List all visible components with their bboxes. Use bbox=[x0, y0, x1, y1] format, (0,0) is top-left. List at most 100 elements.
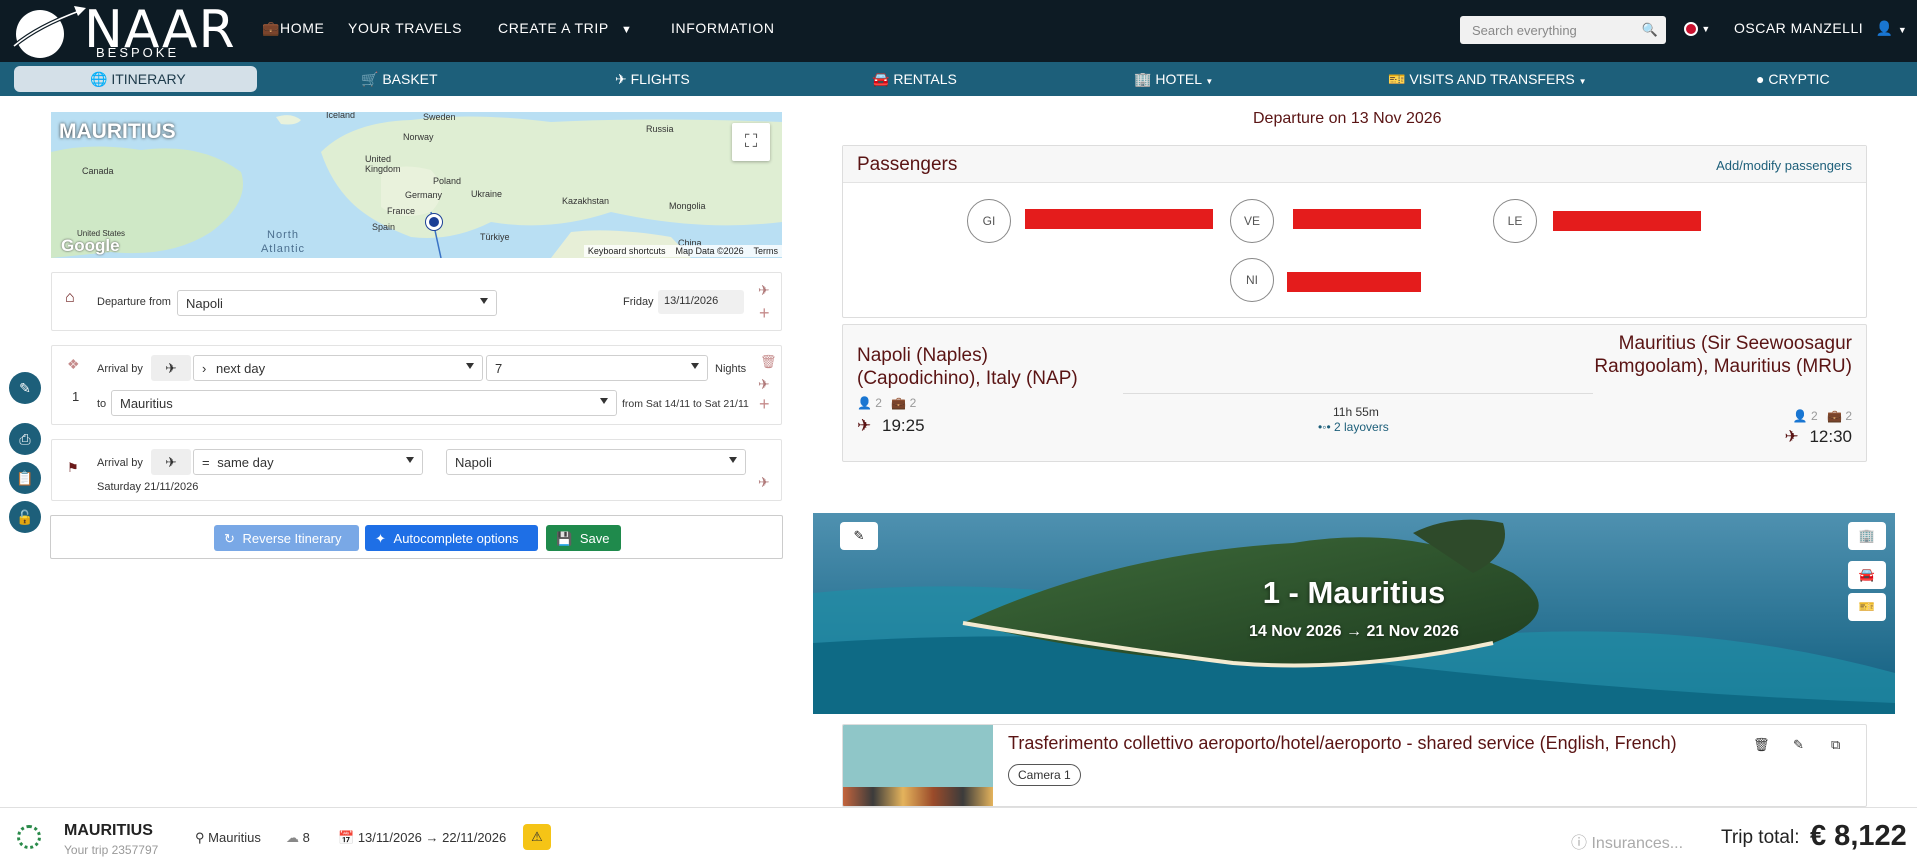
uk-flag-icon bbox=[1684, 21, 1698, 36]
autocomplete-options-button[interactable]: ✦ Autocomplete options bbox=[365, 525, 538, 551]
passenger-avatar[interactable]: NI bbox=[1230, 258, 1274, 302]
edit-trip-button[interactable]: ✎ bbox=[9, 372, 41, 404]
refresh-icon: ↻ bbox=[224, 531, 235, 546]
warning-badge[interactable]: ⚠ bbox=[523, 824, 551, 850]
departure-date-input[interactable]: 13/11/2026 bbox=[658, 290, 744, 314]
passenger-avatar[interactable]: GI bbox=[967, 199, 1011, 243]
tab-rentals[interactable]: 🚘 RENTALS bbox=[872, 71, 957, 88]
arrival-label: Arrival by bbox=[97, 363, 143, 375]
route-icon: ❖ bbox=[67, 356, 80, 372]
destination-select[interactable]: Mauritius bbox=[111, 390, 617, 416]
return-city-select[interactable]: Napoli bbox=[446, 449, 746, 475]
nights-select[interactable]: 7 bbox=[486, 355, 708, 381]
island-image bbox=[813, 513, 1895, 714]
trip-map[interactable]: MAURITIUS Iceland Sweden Russia Norway C… bbox=[51, 112, 782, 258]
map-label: North Atlantic bbox=[260, 229, 306, 255]
passenger-avatar[interactable]: VE bbox=[1230, 199, 1274, 243]
print-button[interactable]: ⎙ bbox=[9, 423, 41, 455]
plus-icon[interactable]: + bbox=[759, 394, 770, 415]
footer-trip-name: MAURITIUS bbox=[64, 822, 153, 839]
footer-trip-ref: Your trip 2357797 bbox=[64, 843, 159, 857]
passengers-title: Passengers bbox=[857, 154, 958, 175]
person-icon: 👤 bbox=[1792, 409, 1808, 423]
brand-logo[interactable]: NAAR BESPOKE TRAVEL bbox=[10, 2, 240, 75]
landing-icon: ✈ bbox=[1784, 427, 1799, 446]
save-button[interactable]: 💾 Save bbox=[546, 525, 621, 551]
return-when-select[interactable]: = same day bbox=[193, 449, 423, 475]
add-modify-passengers-link[interactable]: Add/modify passengers bbox=[1716, 158, 1852, 173]
footer-dates: 📅 13/11/2026 → 22/11/2026 bbox=[338, 830, 507, 845]
tab-cryptic[interactable]: ● CRYPTIC bbox=[1756, 71, 1830, 87]
search-icon: 🔍 bbox=[1641, 22, 1658, 37]
search-input[interactable]: Search everything 🔍 bbox=[1460, 16, 1666, 44]
trip-footer: MAURITIUS Your trip 2357797 ⚲ Mauritius … bbox=[0, 807, 1917, 865]
layovers-link[interactable]: •◦• 2 layovers bbox=[1318, 420, 1389, 434]
add-rental-button[interactable]: 🚘 bbox=[1848, 561, 1886, 589]
trip-total-value: € 8,122 bbox=[1810, 820, 1907, 852]
trash-icon[interactable]: 🗑 bbox=[760, 354, 777, 370]
insurances-link[interactable]: ⓘ Insurances... bbox=[1571, 829, 1683, 853]
language-selector[interactable]: ▼ bbox=[1684, 21, 1710, 36]
return-panel: ⚑ Arrival by ✈ = same day Napoli Saturda… bbox=[51, 439, 782, 501]
caret-down-icon bbox=[466, 363, 474, 369]
tab-flights[interactable]: ✈ FLIGHTS bbox=[615, 71, 690, 88]
map-label: Russia bbox=[646, 124, 674, 134]
footer-weather: ☁ 8 bbox=[286, 830, 310, 845]
plane-icon: ✈ bbox=[615, 71, 627, 87]
passenger-avatar[interactable]: LE bbox=[1493, 199, 1537, 243]
arrival-when-select[interactable]: › next day bbox=[193, 355, 483, 381]
transport-mode-button[interactable]: ✈ bbox=[151, 355, 191, 381]
location-pin-icon[interactable] bbox=[426, 214, 442, 230]
copy-icon[interactable]: ⧉ bbox=[1831, 737, 1840, 753]
tab-basket[interactable]: 🛒 BASKET bbox=[361, 71, 438, 88]
equals-icon: = bbox=[202, 455, 210, 470]
chevron-right-icon: › bbox=[202, 361, 207, 376]
stops-icon: •◦• bbox=[1318, 420, 1331, 434]
calendar-icon: 📅 bbox=[338, 830, 355, 845]
top-navbar: NAAR BESPOKE TRAVEL 💼HOME YOUR TRAVELS C… bbox=[0, 0, 1917, 75]
flight-card[interactable]: Napoli (Naples) (Capodichino), Italy (NA… bbox=[842, 324, 1867, 462]
tab-hotel[interactable]: 🏢 HOTEL ▼ bbox=[1134, 71, 1213, 88]
expand-icon: ⛶ bbox=[744, 131, 758, 151]
nights-label: Nights bbox=[715, 363, 747, 375]
tab-itinerary[interactable]: 🌐 ITINERARY bbox=[90, 71, 186, 88]
plane-icon: ✈ bbox=[165, 360, 177, 376]
edit-destination-button[interactable]: ✎ bbox=[840, 522, 878, 550]
circle-icon: ● bbox=[1756, 71, 1765, 87]
takeoff-icon[interactable]: ✈ bbox=[758, 376, 770, 393]
takeoff-icon[interactable]: ✈ bbox=[758, 474, 770, 491]
add-hotel-button[interactable]: 🏢 bbox=[1848, 522, 1886, 550]
cart-icon: 🛒 bbox=[361, 71, 379, 87]
room-badge: Camera 1 bbox=[1008, 764, 1081, 786]
user-menu[interactable]: OSCAR MANZELLI 👤 ▼ bbox=[1734, 20, 1907, 37]
clipboard-button[interactable]: 📋 bbox=[9, 462, 41, 494]
fullscreen-button[interactable]: ⛶ bbox=[732, 123, 770, 161]
departure-city-select[interactable]: Napoli bbox=[177, 290, 497, 316]
google-logo: Google bbox=[61, 236, 120, 255]
passengers-header bbox=[843, 146, 1866, 183]
nav-home[interactable]: 💼HOME bbox=[262, 20, 324, 37]
return-transport-mode-button[interactable]: ✈ bbox=[151, 449, 191, 475]
nav-your-travels[interactable]: YOUR TRAVELS bbox=[348, 20, 462, 36]
nav-create-trip[interactable]: CREATE A TRIP ▼ bbox=[498, 20, 633, 36]
tab-visits-transfers[interactable]: 🎫 VISITS AND TRANSFERS ▼ bbox=[1388, 71, 1587, 88]
service-thumbnail bbox=[843, 725, 993, 806]
flight-origin: Napoli (Naples) (Capodichino), Italy (NA… bbox=[857, 345, 1078, 389]
trash-icon[interactable]: 🗑 bbox=[1753, 737, 1770, 753]
add-visit-button[interactable]: 🎫 bbox=[1848, 593, 1886, 621]
edit-icon[interactable]: ✎ bbox=[1793, 737, 1804, 753]
map-label: Germany bbox=[405, 190, 443, 200]
departure-title: Departure on 13 Nov 2026 bbox=[1253, 110, 1442, 127]
map-label: Poland bbox=[433, 176, 462, 186]
unlock-button[interactable]: 🔓 bbox=[9, 501, 41, 533]
plus-icon[interactable]: + bbox=[759, 303, 770, 324]
building-icon: 🏢 bbox=[1134, 71, 1152, 87]
takeoff-icon[interactable]: ✈ bbox=[758, 282, 770, 299]
redacted-name bbox=[1025, 209, 1213, 229]
pencil-icon: ✎ bbox=[19, 380, 31, 396]
nav-information[interactable]: INFORMATION bbox=[671, 20, 775, 36]
service-card[interactable]: Trasferimento collettivo aeroporto/hotel… bbox=[842, 724, 1867, 807]
redacted-name bbox=[1287, 272, 1421, 292]
reverse-itinerary-button[interactable]: ↻ Reverse Itinerary bbox=[214, 525, 359, 551]
leg-panel-1: ❖ 1 Arrival by ✈ › next day 7 Nights 🗑 ✈… bbox=[51, 345, 782, 425]
